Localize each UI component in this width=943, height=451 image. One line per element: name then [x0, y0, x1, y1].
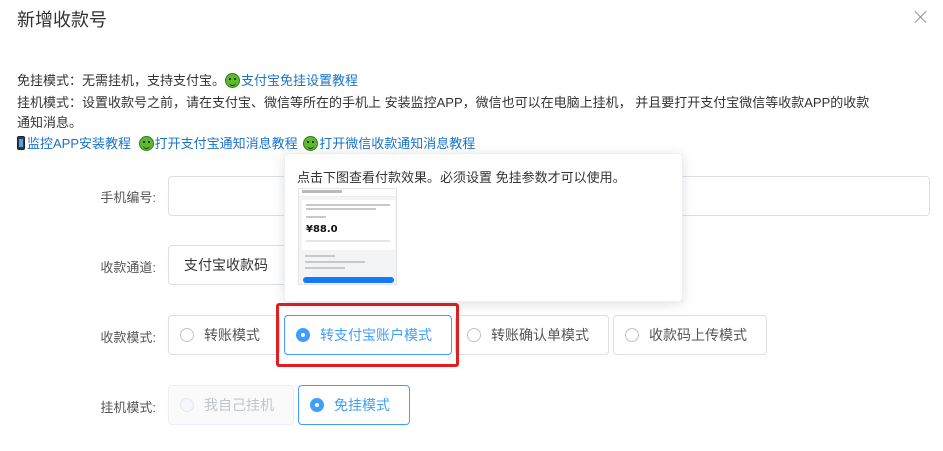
radio-label: 我自己挂机 — [204, 397, 274, 413]
wechat-notify-tutorial-link[interactable]: 打开微信收款通知消息教程 — [319, 136, 475, 151]
radio-icon — [180, 398, 194, 412]
smiley-icon — [138, 136, 154, 151]
close-icon[interactable] — [912, 8, 930, 26]
hang-option-self: 我自己挂机 — [168, 385, 294, 425]
mode-option-alipay-account[interactable]: 转支付宝账户模式 — [284, 315, 452, 355]
dialog-title: 新增收款号 — [17, 10, 107, 30]
alipay-notify-tutorial-link[interactable]: 打开支付宝通知消息教程 — [155, 136, 298, 151]
radio-label: 转支付宝账户模式 — [320, 327, 432, 343]
preview-amount: ¥88.0 — [306, 224, 338, 235]
radio-label: 收款码上传模式 — [649, 327, 747, 343]
radio-icon — [625, 328, 639, 342]
monitor-app-tutorial-link[interactable]: 监控APP安装教程 — [27, 136, 131, 151]
radio-label: 转账模式 — [204, 327, 260, 343]
mode-option-qr-upload[interactable]: 收款码上传模式 — [613, 315, 767, 355]
radio-checked-icon — [310, 398, 324, 412]
smiley-icon — [303, 136, 319, 151]
hang-option-free[interactable]: 免挂模式 — [298, 385, 410, 425]
smiley-icon — [225, 73, 241, 88]
info-line-3: 通知消息。 — [17, 115, 83, 130]
info-line-2: 挂机模式：设置收款号之前，请在支付宝、微信等所在的手机上 安装监控APP，微信也… — [17, 95, 870, 110]
radio-label: 免挂模式 — [334, 397, 390, 413]
alipay-tutorial-link[interactable]: 支付宝免挂设置教程 — [241, 73, 358, 88]
payment-preview-image[interactable]: ¥88.0 — [298, 188, 397, 285]
radio-label: 转账确认单模式 — [491, 327, 589, 343]
popover-text: 点击下图查看付款效果。必须设置 免挂参数才可以使用。 — [297, 170, 626, 185]
phone-label: 手机编号: — [100, 190, 156, 205]
mode-option-transfer[interactable]: 转账模式 — [168, 315, 280, 355]
radio-icon — [467, 328, 481, 342]
mode-option-confirm-slip[interactable]: 转账确认单模式 — [455, 315, 609, 355]
radio-icon — [180, 328, 194, 342]
info-text: 免挂模式：无需挂机，支持支付宝。 — [17, 73, 226, 88]
mode-label: 收款模式: — [100, 330, 156, 345]
phone-icon — [17, 136, 25, 150]
channel-select[interactable]: 支付宝收款码 — [168, 245, 288, 285]
hang-label: 挂机模式: — [100, 400, 156, 415]
info-line-1: 免挂模式：无需挂机，支持支付宝。 支付宝免挂设置教程 — [17, 72, 358, 90]
payment-preview-popover: 点击下图查看付款效果。必须设置 免挂参数才可以使用。 ¥88.0 — [284, 153, 683, 302]
channel-label: 收款通道: — [100, 260, 156, 275]
radio-checked-icon — [296, 328, 310, 342]
tutorial-links: 监控APP安装教程 打开支付宝通知消息教程 打开微信收款通知消息教程 — [17, 135, 475, 153]
